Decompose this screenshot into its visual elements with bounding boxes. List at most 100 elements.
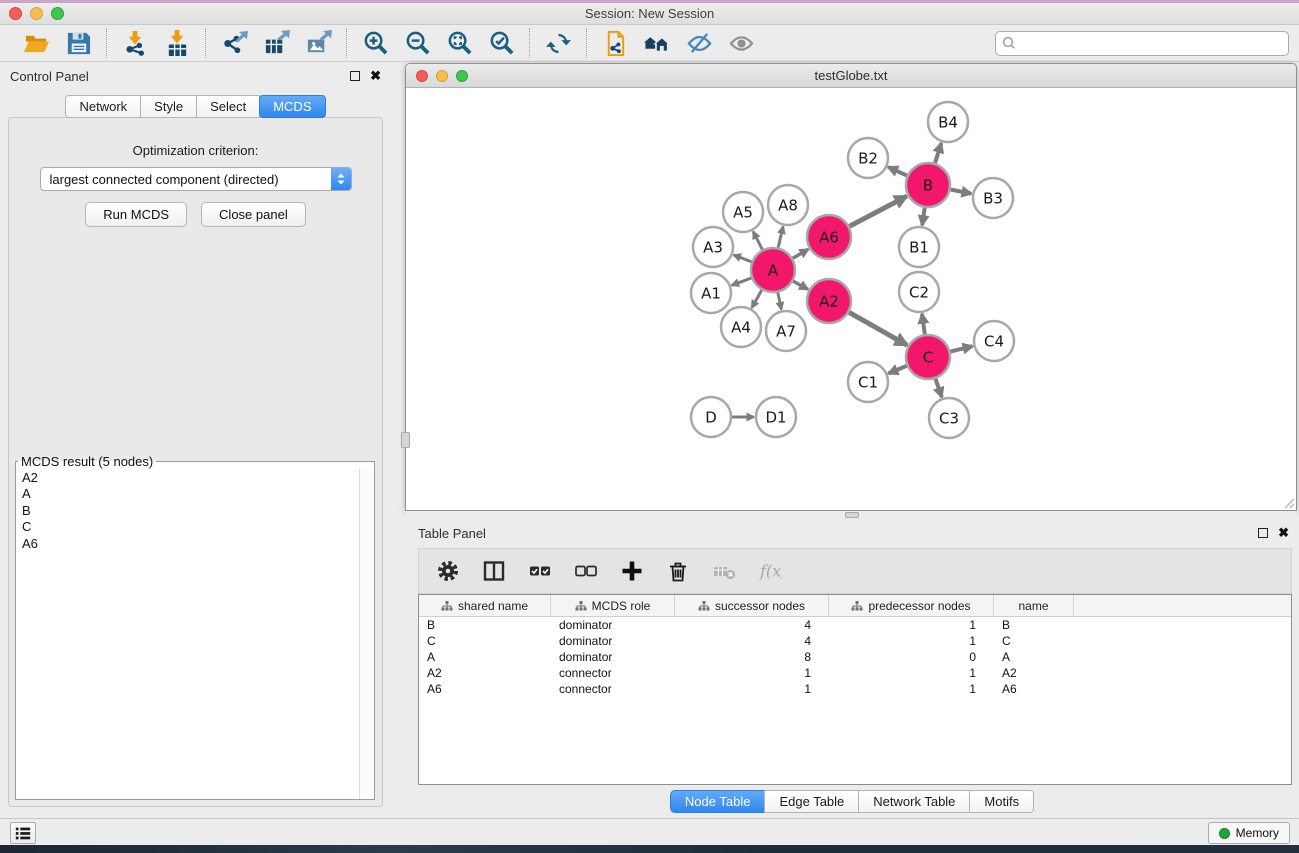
table-row[interactable]: Bdominator41B xyxy=(419,617,1291,633)
tab-style[interactable]: Style xyxy=(140,95,197,118)
edge-A2-C[interactable] xyxy=(849,312,907,345)
float-panel-icon[interactable] xyxy=(350,71,360,81)
edge-A-A1[interactable] xyxy=(732,278,752,285)
node-A3[interactable]: A3 xyxy=(693,227,733,267)
import-network-button[interactable] xyxy=(116,27,154,59)
node-B4[interactable]: B4 xyxy=(928,102,968,142)
node-A2[interactable]: A2 xyxy=(807,279,851,323)
node-B3[interactable]: B3 xyxy=(973,178,1013,218)
run-mcds-button[interactable]: Run MCDS xyxy=(85,202,187,227)
table-row[interactable]: A2connector11A2 xyxy=(419,665,1291,681)
column-header-predecessor-nodes[interactable]: predecessor nodes xyxy=(829,595,994,616)
table-close-panel-icon[interactable]: ✖ xyxy=(1278,528,1289,538)
criterion-dropdown[interactable]: largest connected component (directed) xyxy=(40,167,352,191)
zoom-out-button[interactable] xyxy=(398,27,436,59)
save-session-button[interactable] xyxy=(59,27,97,59)
hide-selected-button[interactable] xyxy=(680,27,718,59)
horizontal-divider-grip[interactable] xyxy=(845,512,859,518)
tab-network[interactable]: Network xyxy=(65,95,141,118)
table-row[interactable]: Cdominator41C xyxy=(419,633,1291,649)
edge-A6-B[interactable] xyxy=(849,196,906,226)
node-A5[interactable]: A5 xyxy=(723,192,763,232)
node-A8[interactable]: A8 xyxy=(768,185,808,225)
node-D[interactable]: D xyxy=(691,397,731,437)
result-item[interactable]: C xyxy=(22,519,359,535)
node-A1[interactable]: A1 xyxy=(691,273,731,313)
export-image-button[interactable] xyxy=(299,27,337,59)
result-item[interactable]: A2 xyxy=(22,470,359,486)
node-C[interactable]: C xyxy=(906,335,950,379)
edge-B-B1[interactable] xyxy=(922,208,925,225)
horizontal-divider[interactable] xyxy=(405,511,1297,519)
close-panel-button[interactable]: Close panel xyxy=(201,202,306,227)
edge-A-A4[interactable] xyxy=(752,290,762,308)
node-C3[interactable]: C3 xyxy=(929,398,969,438)
deselect-all-checkboxes-button[interactable] xyxy=(571,556,601,586)
search-input[interactable] xyxy=(995,31,1289,56)
node-C1[interactable]: C1 xyxy=(848,362,888,402)
tab-select[interactable]: Select xyxy=(196,95,260,118)
split-panel-button[interactable] xyxy=(479,556,509,586)
edge-A-A5[interactable] xyxy=(753,232,762,250)
table-settings-button[interactable] xyxy=(433,556,463,586)
node-B[interactable]: B xyxy=(906,163,950,207)
table-row[interactable]: Adominator80A xyxy=(419,649,1291,665)
edge-A-A7[interactable] xyxy=(778,293,782,310)
node-A6[interactable]: A6 xyxy=(807,215,851,259)
edge-B-B3[interactable] xyxy=(951,190,972,194)
result-item[interactable]: A xyxy=(22,486,359,502)
node-B1[interactable]: B1 xyxy=(899,227,939,267)
import-table-button[interactable] xyxy=(158,27,196,59)
node-D1[interactable]: D1 xyxy=(756,397,796,437)
tab-motifs[interactable]: Motifs xyxy=(969,790,1034,813)
result-item[interactable]: B xyxy=(22,503,359,519)
open-session-button[interactable] xyxy=(17,27,55,59)
export-table-button[interactable] xyxy=(257,27,295,59)
result-item[interactable]: A6 xyxy=(22,536,359,552)
node-B2[interactable]: B2 xyxy=(848,138,888,178)
zoom-fit-button[interactable] xyxy=(440,27,478,59)
result-scrollbar[interactable] xyxy=(359,469,374,799)
node-A[interactable]: A xyxy=(751,248,795,292)
tab-network-table[interactable]: Network Table xyxy=(858,790,970,813)
tab-mcds[interactable]: MCDS xyxy=(259,95,325,118)
edge-B-B2[interactable] xyxy=(888,167,907,176)
new-network-from-selection-button[interactable] xyxy=(596,27,634,59)
column-header-shared-name[interactable]: shared name xyxy=(419,595,551,616)
node-A7[interactable]: A7 xyxy=(766,311,806,351)
column-header-mcds-role[interactable]: MCDS role xyxy=(551,595,675,616)
node-A4[interactable]: A4 xyxy=(721,307,761,347)
table-row[interactable]: A6connector11A6 xyxy=(419,681,1291,697)
zoom-selected-button[interactable] xyxy=(482,27,520,59)
close-panel-icon[interactable]: ✖ xyxy=(370,71,381,81)
memory-button[interactable]: Memory xyxy=(1208,822,1290,844)
delete-columns-button[interactable] xyxy=(663,556,693,586)
panel-divider-grip[interactable] xyxy=(401,432,410,448)
table-float-panel-icon[interactable] xyxy=(1258,528,1268,538)
edge-C-C4[interactable] xyxy=(950,346,972,351)
select-all-checkboxes-button[interactable] xyxy=(525,556,555,586)
edge-A-A3[interactable] xyxy=(734,255,752,262)
column-header-name[interactable]: name xyxy=(994,595,1074,616)
edge-C-C2[interactable] xyxy=(922,314,925,334)
edge-C-C1[interactable] xyxy=(888,366,907,374)
network-canvas[interactable]: B4 B2 B B3 A8A5 A6 A3 B1 A C2 A1 A2 A4A7 C4 C C1 C3 D D1 xyxy=(406,88,1296,510)
resize-grip-icon[interactable] xyxy=(1282,496,1295,509)
column-header-successor-nodes[interactable]: successor nodes xyxy=(675,595,829,616)
show-panels-button[interactable] xyxy=(10,822,36,844)
edge-A-A2[interactable] xyxy=(793,281,808,289)
edge-A-A8[interactable] xyxy=(778,226,783,247)
node-C4[interactable]: C4 xyxy=(974,321,1014,361)
add-column-button[interactable] xyxy=(617,556,647,586)
tab-edge-table[interactable]: Edge Table xyxy=(764,790,859,813)
first-neighbors-button[interactable] xyxy=(638,27,676,59)
tab-node-table[interactable]: Node Table xyxy=(670,790,766,813)
apply-layout-button[interactable] xyxy=(539,27,577,59)
show-all-button[interactable] xyxy=(722,27,760,59)
edge-A-A6[interactable] xyxy=(793,249,809,258)
export-network-button[interactable] xyxy=(215,27,253,59)
edge-B-B4[interactable] xyxy=(935,143,941,163)
zoom-in-button[interactable] xyxy=(356,27,394,59)
edge-C-C3[interactable] xyxy=(936,379,942,398)
node-C2[interactable]: C2 xyxy=(899,272,939,312)
